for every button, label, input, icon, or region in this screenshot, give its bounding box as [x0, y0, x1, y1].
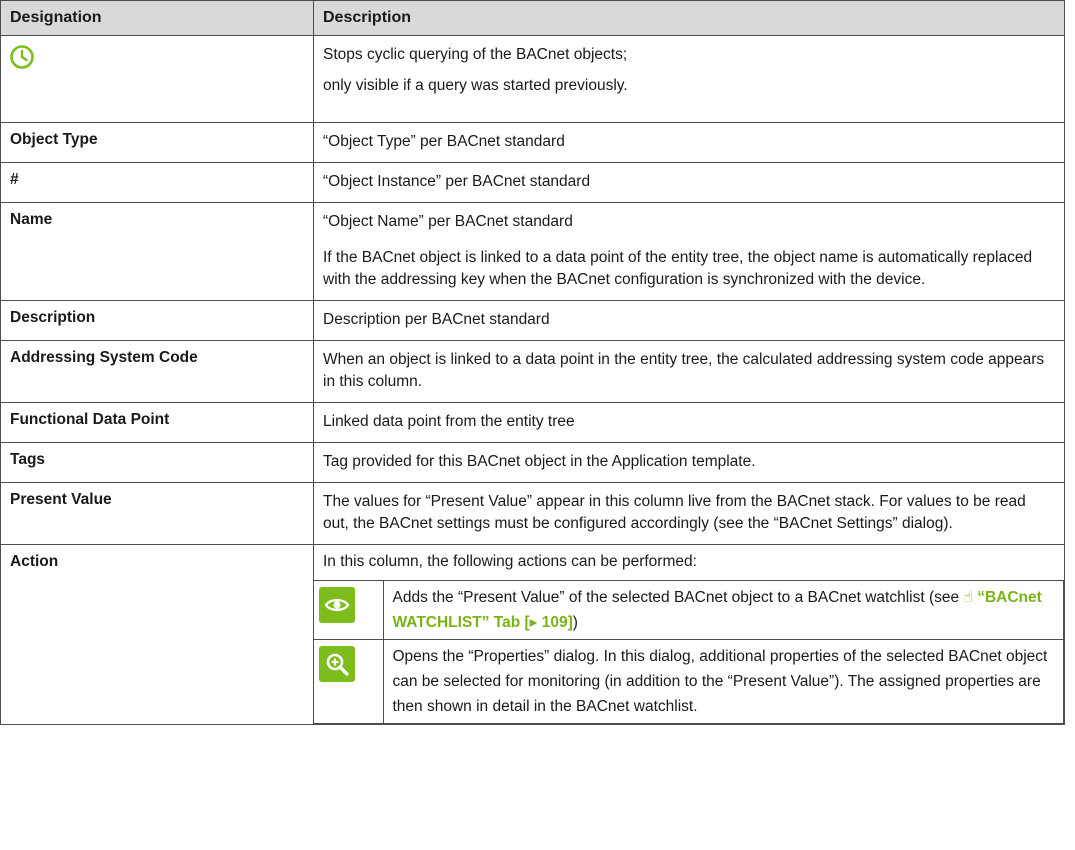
- description-cell: The values for “Present Value” appear in…: [323, 493, 1026, 532]
- action-watchlist-text: Adds the “Present Value” of the selected…: [392, 589, 964, 606]
- description-cell: “Object Name” per BACnet standard: [323, 213, 573, 230]
- header-designation: Designation: [0, 0, 314, 36]
- designation-cell: Functional Data Point: [0, 402, 314, 443]
- action-watchlist-suffix: ): [572, 614, 578, 631]
- designation-cell: Description: [0, 300, 314, 341]
- description-cell: Linked data point from the entity tree: [323, 413, 575, 430]
- hand-pointer-icon: ☝: [963, 589, 978, 606]
- table-header-row: Designation Description: [0, 0, 1065, 36]
- stop-query-line2: only visible if a query was started prev…: [323, 77, 628, 94]
- designation-cell: Addressing System Code: [0, 340, 314, 403]
- actions-table: Adds the “Present Value” of the selected…: [314, 580, 1064, 724]
- description-cell: “Object Type” per BACnet standard: [323, 133, 565, 150]
- description-cell: When an object is linked to a data point…: [323, 351, 1045, 390]
- description-note: If the BACnet object is linked to a data…: [323, 249, 1033, 288]
- description-cell: In this column, the following actions ca…: [323, 553, 697, 570]
- eye-icon[interactable]: [319, 587, 355, 623]
- table-row: # “Object Instance” per BACnet standard: [0, 162, 1065, 203]
- table-row: Addressing System Code When an object is…: [0, 340, 1065, 403]
- table-row: Stops cyclic querying of the BACnet obje…: [0, 35, 1065, 123]
- zoom-in-icon[interactable]: [319, 646, 355, 682]
- description-cell: “Object Instance” per BACnet standard: [323, 173, 591, 190]
- designation-cell: Action: [0, 544, 314, 725]
- action-row: Opens the “Properties” dialog. In this d…: [314, 639, 1064, 724]
- designation-cell: Object Type: [0, 122, 314, 163]
- description-cell: Description per BACnet standard: [323, 311, 550, 328]
- description-cell: Tag provided for this BACnet object in t…: [323, 453, 756, 470]
- designation-cell: Name: [0, 202, 314, 301]
- stop-query-line1: Stops cyclic querying of the BACnet obje…: [323, 46, 628, 63]
- header-description: Description: [313, 0, 1065, 36]
- designation-cell: Tags: [0, 442, 314, 483]
- action-properties-text: Opens the “Properties” dialog. In this d…: [382, 639, 1064, 724]
- table-row: Name “Object Name” per BACnet standard I…: [0, 202, 1065, 301]
- table-row: Object Type “Object Type” per BACnet sta…: [0, 122, 1065, 163]
- table-row: Functional Data Point Linked data point …: [0, 402, 1065, 443]
- table-row: Description Description per BACnet stand…: [0, 300, 1065, 341]
- designation-cell: #: [0, 162, 314, 203]
- designation-table: Designation Description Stops cyclic que…: [0, 0, 1065, 725]
- clock-icon: [9, 44, 313, 75]
- table-row: Present Value The values for “Present Va…: [0, 482, 1065, 545]
- action-row: Adds the “Present Value” of the selected…: [314, 580, 1064, 640]
- table-row: Tags Tag provided for this BACnet object…: [0, 442, 1065, 483]
- designation-cell: Present Value: [0, 482, 314, 545]
- table-row: Action In this column, the following act…: [0, 544, 1065, 725]
